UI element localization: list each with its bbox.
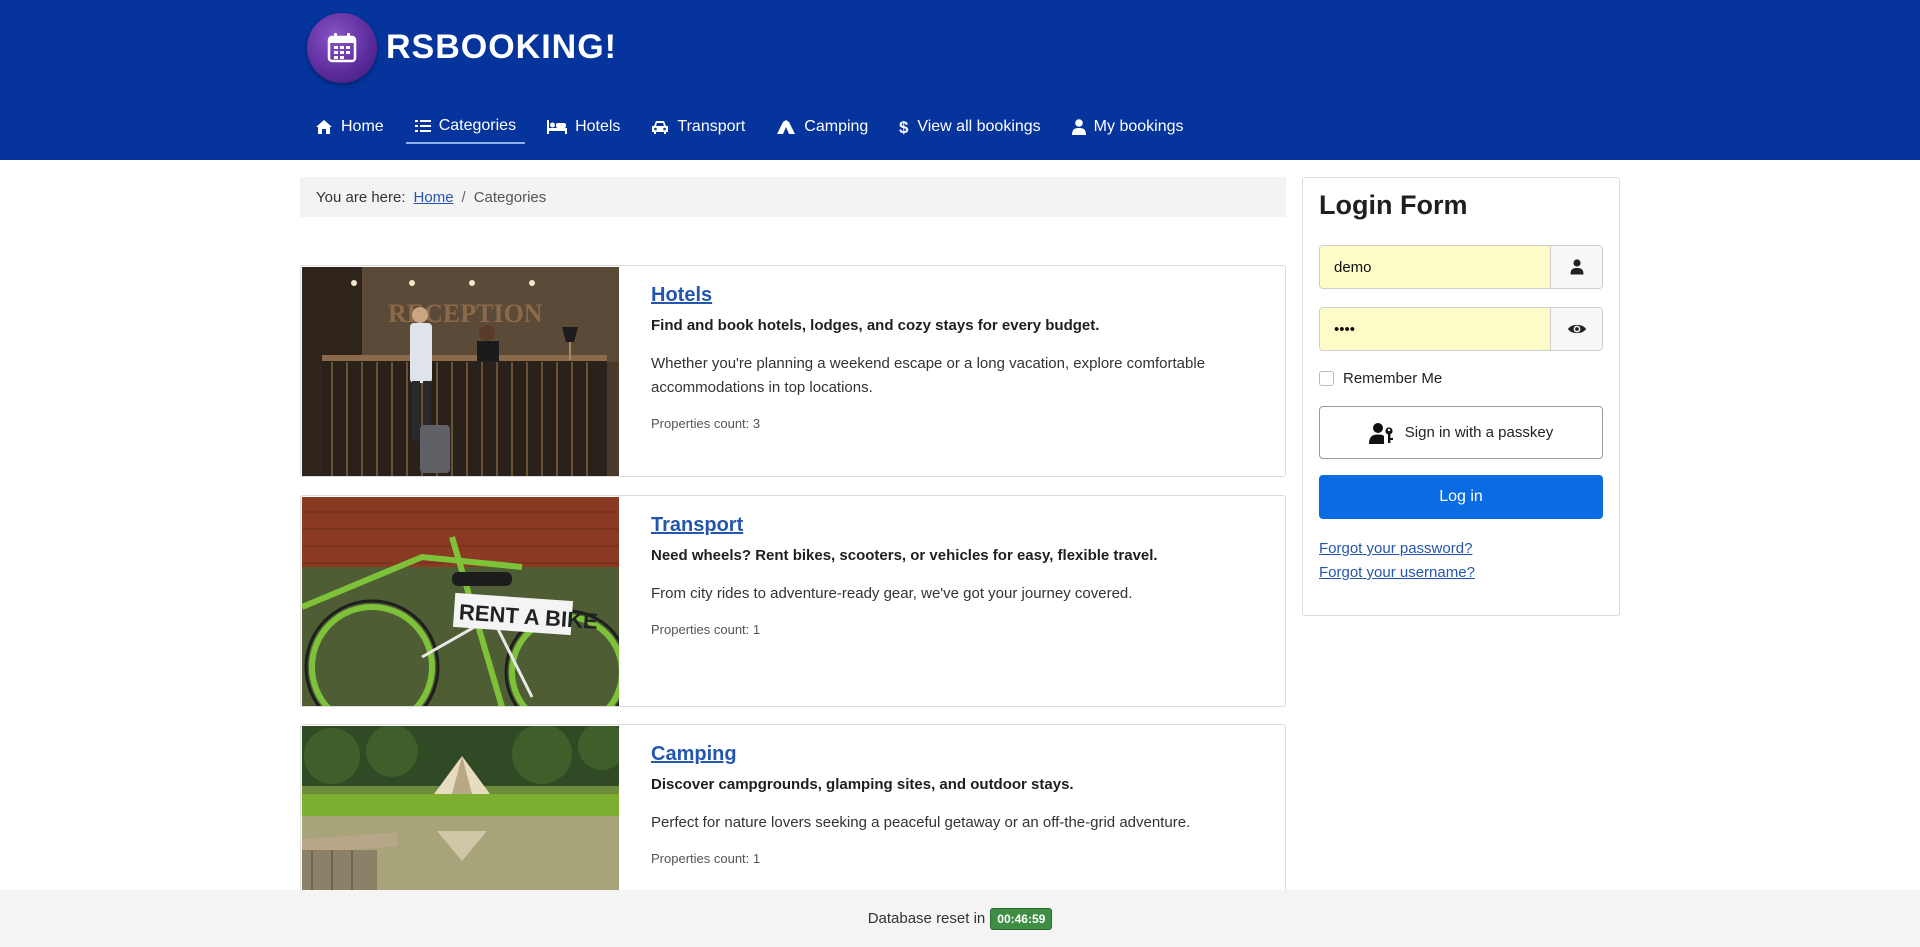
nav-label: Transport — [677, 118, 746, 135]
breadcrumb-separator: / — [461, 188, 466, 206]
calendar-logo-icon[interactable] — [307, 13, 377, 83]
dollar-icon: $ — [899, 119, 909, 136]
username-group — [1319, 245, 1603, 289]
category-title[interactable]: Hotels — [651, 284, 1255, 307]
nav-item-camping[interactable]: Camping — [767, 110, 877, 144]
passkey-button[interactable]: Sign in with a passkey — [1319, 406, 1603, 459]
home-icon — [316, 120, 332, 134]
breadcrumb-home-link[interactable]: Home — [414, 189, 454, 206]
reset-timer-badge: 00:46:59 — [990, 907, 1053, 930]
transport-image[interactable]: RENT A BIKE — [302, 497, 619, 706]
remember-me[interactable]: Remember Me — [1319, 370, 1442, 387]
passkey-label: Sign in with a passkey — [1404, 424, 1554, 441]
forgot-password-link[interactable]: Forgot your password? — [1319, 540, 1472, 557]
nav-label: Camping — [804, 118, 869, 135]
category-lead: Discover campgrounds, glamping sites, an… — [651, 776, 1074, 793]
user-icon — [1550, 246, 1602, 288]
passkey-icon — [1368, 422, 1393, 444]
main-nav: Home Categories Hotels Transport Camping… — [306, 110, 1206, 146]
breadcrumb: You are here: Home / Categories — [300, 177, 1286, 217]
properties-count: Properties count: 3 — [651, 416, 761, 431]
remember-me-checkbox[interactable] — [1319, 371, 1334, 386]
tent-icon — [777, 120, 796, 134]
password-input[interactable] — [1320, 308, 1550, 350]
hotels-image[interactable]: RECEPTION — [302, 267, 619, 476]
user-icon — [1071, 119, 1086, 135]
breadcrumb-prefix: You are here: — [316, 188, 406, 206]
category-card-hotels: RECEPTION Hotels Find and book hotels, l… — [300, 265, 1286, 477]
svg-text:RECEPTION: RECEPTION — [388, 299, 543, 328]
car-icon — [652, 120, 669, 134]
nav-label: View all bookings — [917, 118, 1041, 135]
nav-label: Categories — [438, 117, 517, 134]
category-title[interactable]: Transport — [651, 514, 1255, 537]
nav-label: Hotels — [575, 118, 621, 135]
card-body: Camping Discover campgrounds, glamping s… — [651, 743, 1255, 866]
nav-item-view-all-bookings[interactable]: $ View all bookings — [890, 110, 1049, 144]
properties-count: Properties count: 1 — [651, 622, 761, 637]
category-description: From city rides to adventure-ready gear,… — [651, 585, 1133, 602]
nav-label: My bookings — [1093, 118, 1184, 135]
category-lead: Find and book hotels, lodges, and cozy s… — [651, 317, 1100, 334]
login-button[interactable]: Log in — [1319, 475, 1603, 519]
category-title[interactable]: Camping — [651, 743, 1255, 766]
nav-item-home[interactable]: Home — [306, 110, 393, 144]
reset-text: Database reset in — [867, 910, 986, 927]
login-title: Login Form — [1319, 190, 1468, 220]
nav-label: Home — [341, 118, 384, 135]
username-input[interactable] — [1320, 246, 1550, 288]
password-group — [1319, 307, 1603, 351]
nav-item-categories[interactable]: Categories — [405, 110, 526, 144]
nav-item-my-bookings[interactable]: My bookings — [1063, 110, 1193, 144]
category-lead: Need wheels? Rent bikes, scooters, or ve… — [651, 547, 1158, 564]
remember-me-label: Remember Me — [1343, 370, 1443, 387]
category-description: Perfect for nature lovers seeking a peac… — [651, 814, 1191, 831]
svg-text:$: $ — [899, 119, 909, 136]
nav-item-hotels[interactable]: Hotels — [538, 110, 629, 144]
login-form: Login Form Remember Me Sign in with a pa… — [1302, 177, 1620, 616]
breadcrumb-current: Categories — [473, 188, 547, 206]
nav-item-transport[interactable]: Transport — [642, 110, 754, 144]
eye-icon[interactable] — [1550, 308, 1602, 350]
brand-name[interactable]: RSBOOKING! — [386, 28, 617, 67]
bed-icon — [547, 120, 568, 134]
card-body: Hotels Find and book hotels, lodges, and… — [651, 284, 1255, 431]
properties-count: Properties count: 1 — [651, 851, 761, 866]
category-description: Whether you're planning a weekend escape… — [651, 355, 1206, 396]
card-body: Transport Need wheels? Rent bikes, scoot… — [651, 514, 1255, 637]
category-card-transport: RENT A BIKE Transport Need wheels? Rent … — [300, 495, 1286, 707]
site-header: RSBOOKING! Home Categories Hotels Transp… — [0, 0, 1920, 160]
forgot-username-link[interactable]: Forgot your username? — [1319, 564, 1475, 581]
reset-footer: Database reset in 00:46:59 — [0, 890, 1920, 947]
list-icon — [414, 120, 431, 132]
